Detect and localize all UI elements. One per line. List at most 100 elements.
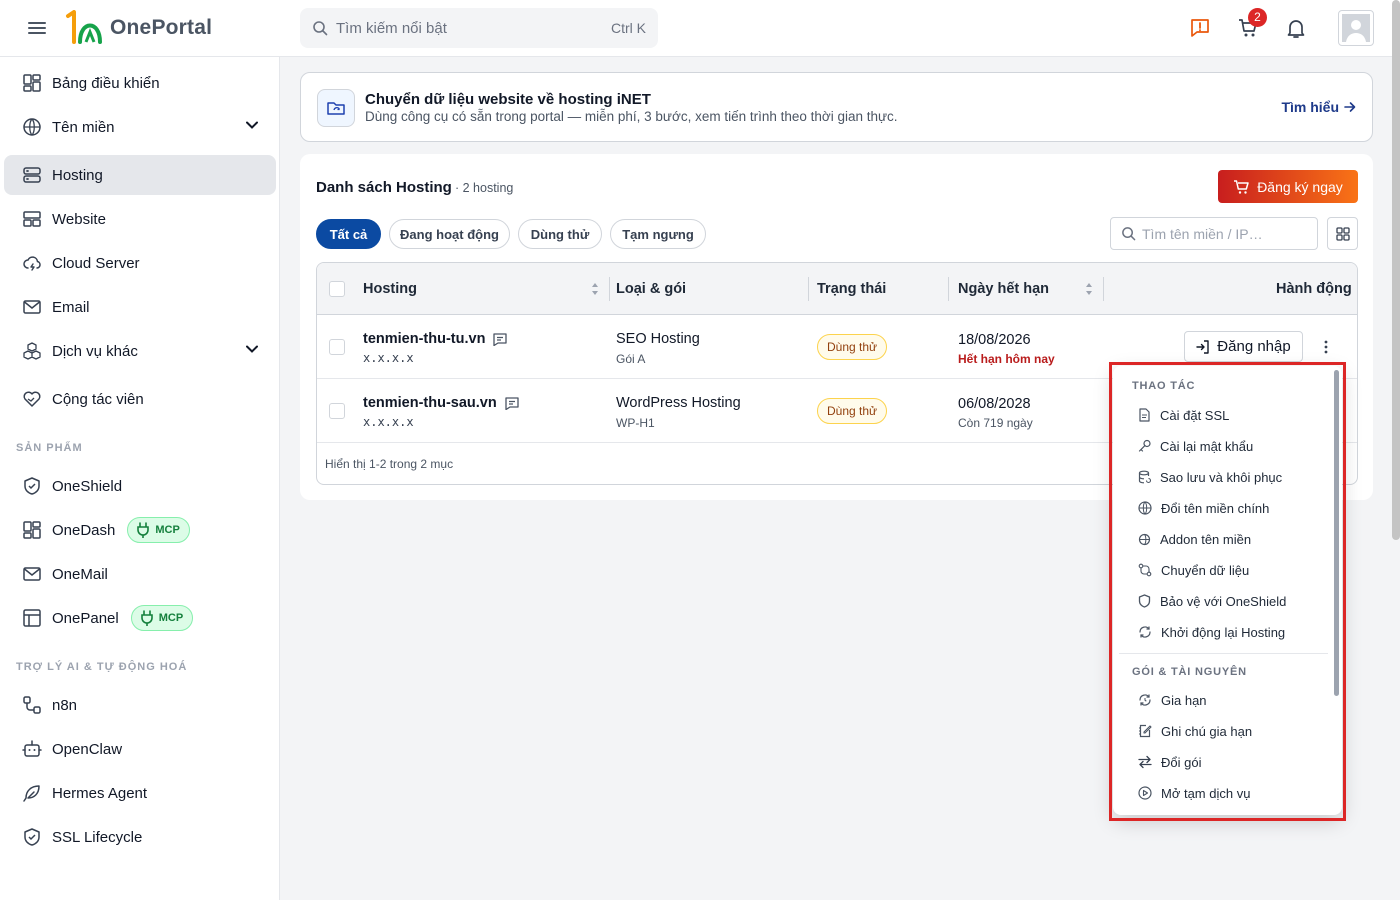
sidebar-item-label: Bảng điều khiển: [52, 74, 160, 92]
sidebar-item-website[interactable]: Website: [4, 199, 276, 239]
handshake-heart-icon: [23, 391, 41, 407]
row-plan: Gói A: [616, 352, 646, 366]
menu-item-resume-service[interactable]: Mở tạm dịch vụ: [1119, 778, 1327, 808]
register-now-button[interactable]: Đăng ký ngay: [1218, 170, 1358, 203]
note-icon[interactable]: [505, 396, 519, 410]
row-plan: WP-H1: [616, 416, 655, 430]
filter-all[interactable]: Tất cả: [316, 219, 381, 249]
row-domain[interactable]: tenmien-thu-sau.vn: [363, 395, 519, 411]
page-scrollbar[interactable]: [1392, 0, 1400, 540]
column-expiry[interactable]: Ngày hết hạn: [958, 281, 1049, 297]
server-icon: [23, 167, 41, 183]
column-separator: [609, 277, 610, 301]
arrow-right-icon: [1344, 102, 1356, 112]
sidebar-item-affiliate[interactable]: Cộng tác viên: [4, 379, 276, 419]
bell-icon[interactable]: [1284, 16, 1308, 40]
row-domain[interactable]: tenmien-thu-tu.vn: [363, 331, 508, 347]
menu-item-install-ssl[interactable]: Cài đặt SSL: [1119, 400, 1327, 430]
avatar[interactable]: [1338, 10, 1374, 46]
sort-icon[interactable]: [1084, 281, 1094, 297]
menu-item-migrate-data[interactable]: Chuyển dữ liệu: [1119, 555, 1327, 585]
top-header: OnePortal Ctrl K 2: [0, 0, 1400, 57]
column-type-plan: Loại & gói: [616, 281, 687, 297]
menu-item-label: Addon tên miền: [1160, 531, 1252, 547]
menu-item-reset-password[interactable]: Cài lại mật khẩu: [1119, 431, 1327, 461]
menu-item-change-plan[interactable]: Đổi gói: [1119, 747, 1327, 777]
workflow-icon: [23, 696, 41, 714]
globe-icon: [1138, 501, 1152, 515]
grid-icon: [1335, 226, 1350, 241]
column-hosting[interactable]: Hosting: [363, 281, 417, 297]
menu-item-renewal-note[interactable]: Ghi chú gia hạn: [1119, 716, 1327, 746]
globe-icon: [23, 118, 41, 136]
sidebar-item-openclaw[interactable]: OpenClaw: [4, 729, 276, 769]
sidebar-item-oneshield[interactable]: OneShield: [4, 466, 276, 506]
row-checkbox[interactable]: [329, 403, 345, 419]
sidebar: Bảng điều khiển Tên miền Hosting Website…: [0, 57, 280, 900]
learn-more-link[interactable]: Tìm hiểu: [1281, 99, 1356, 115]
sidebar-item-onemail[interactable]: OneMail: [4, 554, 276, 594]
key-icon: [1138, 439, 1151, 452]
cart-count-badge: 2: [1248, 8, 1267, 27]
menu-item-protect-oneshield[interactable]: Bảo vệ với OneShield: [1119, 586, 1327, 616]
menu-icon[interactable]: [26, 18, 48, 38]
sidebar-item-onedash[interactable]: OneDash MCP: [4, 510, 276, 550]
mcp-badge-text: MCP: [155, 524, 180, 536]
swap-icon: [1138, 755, 1152, 769]
sort-icon[interactable]: [590, 281, 600, 297]
login-button-label: Đăng nhập: [1217, 338, 1291, 355]
sidebar-item-label: Email: [52, 298, 90, 316]
menu-item-addon-domain[interactable]: Addon tên miền: [1119, 524, 1327, 554]
note-icon[interactable]: [493, 332, 508, 346]
sidebar-item-onepanel[interactable]: OnePanel MCP: [4, 598, 276, 638]
more-actions-icon[interactable]: [1317, 337, 1335, 357]
sidebar-item-ssl-lifecycle[interactable]: SSL Lifecycle: [4, 817, 276, 857]
row-checkbox[interactable]: [329, 339, 345, 355]
search-input[interactable]: [336, 19, 596, 37]
hosting-count: · 2 hosting: [455, 181, 514, 195]
global-search[interactable]: Ctrl K: [300, 8, 658, 48]
menu-item-renew[interactable]: Gia hạn: [1119, 685, 1327, 715]
sidebar-item-other-services[interactable]: Dịch vụ khác: [4, 331, 276, 371]
cubes-icon: [23, 342, 41, 360]
menu-item-label: Đổi gói: [1161, 754, 1202, 770]
column-actions: Hành động: [1276, 281, 1352, 297]
select-all-checkbox[interactable]: [329, 281, 345, 297]
panel-icon: [23, 609, 41, 627]
sidebar-item-cloud-server[interactable]: Cloud Server: [4, 243, 276, 283]
grid-view-button[interactable]: [1327, 217, 1358, 250]
table-search-input[interactable]: [1142, 225, 1302, 242]
menu-scrollbar[interactable]: [1334, 370, 1339, 696]
table-footer: Hiển thị 1-2 trong 2 mục: [325, 457, 454, 471]
logo[interactable]: OnePortal: [64, 10, 212, 46]
menu-item-restart-hosting[interactable]: Khởi động lại Hosting: [1119, 617, 1327, 647]
column-status: Trạng thái: [817, 281, 887, 297]
sidebar-item-email[interactable]: Email: [4, 287, 276, 327]
filter-suspended[interactable]: Tạm ngưng: [610, 219, 706, 249]
row-expiry-note: Còn 719 ngày: [958, 416, 1033, 430]
filter-active[interactable]: Đang hoạt động: [389, 219, 510, 249]
register-now-label: Đăng ký ngay: [1257, 178, 1343, 195]
menu-item-label: Bảo vệ với OneShield: [1160, 593, 1287, 609]
chevron-down-icon: [246, 121, 258, 129]
mail-icon: [23, 300, 41, 314]
filter-trial[interactable]: Dùng thử: [518, 219, 602, 249]
menu-item-backup-restore[interactable]: Sao lưu và khôi phục: [1119, 462, 1327, 492]
row-ip: x.x.x.x: [363, 415, 414, 429]
feedback-icon[interactable]: [1188, 16, 1212, 40]
row-expiry-note: Hết hạn hôm nay: [958, 352, 1055, 366]
renew-icon: [1139, 694, 1151, 706]
sidebar-item-label: OneDash: [52, 521, 116, 539]
sidebar-item-domains[interactable]: Tên miền: [4, 107, 276, 147]
database-backup-icon: [1138, 470, 1151, 484]
row-domain-text: tenmien-thu-sau.vn: [363, 395, 497, 411]
sidebar-item-hermes-agent[interactable]: Hermes Agent: [4, 773, 276, 813]
menu-item-change-main-domain[interactable]: Đổi tên miền chính: [1119, 493, 1327, 523]
row-expiry-date: 18/08/2026: [958, 332, 1031, 348]
table-search[interactable]: [1110, 217, 1318, 250]
sidebar-item-n8n[interactable]: n8n: [4, 685, 276, 725]
login-button[interactable]: Đăng nhập: [1184, 331, 1303, 362]
sidebar-item-dashboard[interactable]: Bảng điều khiển: [4, 63, 276, 103]
actions-dropdown: THAO TÁC Cài đặt SSL Cài lại mật khẩu Sa…: [1113, 366, 1342, 815]
sidebar-item-hosting[interactable]: Hosting: [4, 155, 276, 195]
